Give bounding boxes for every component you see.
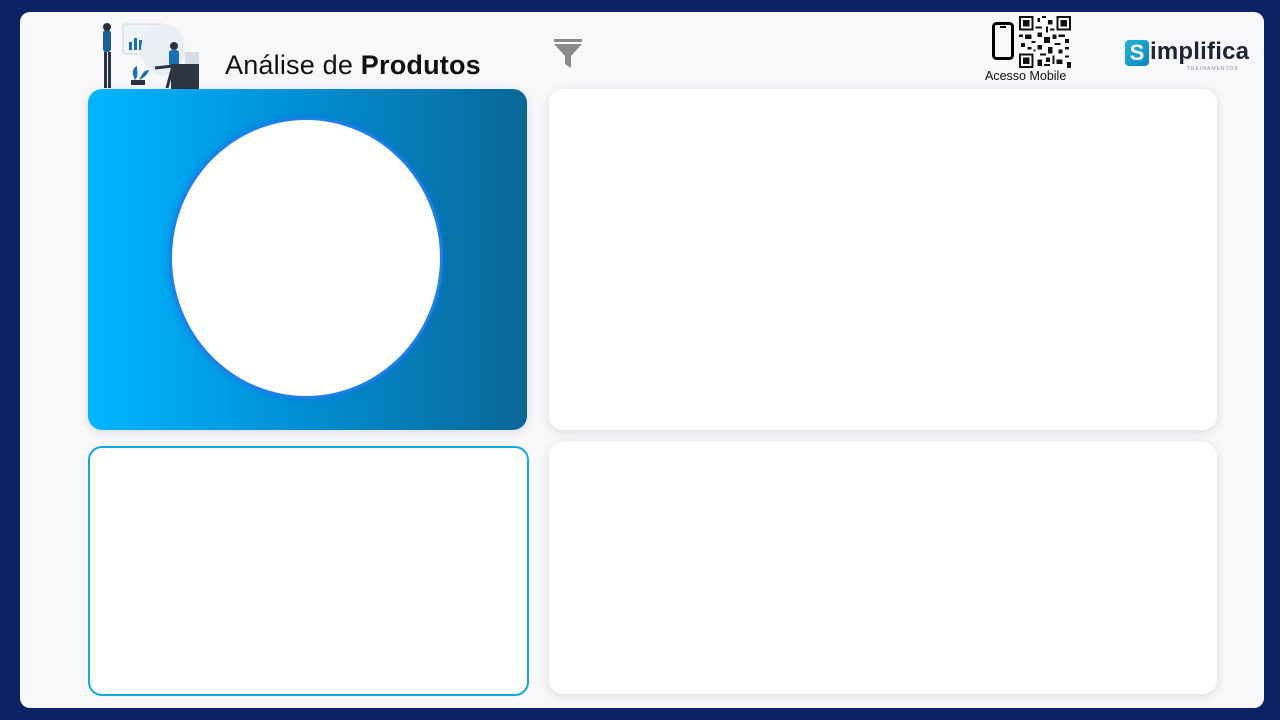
page-title-regular: Análise de [225,50,354,80]
page-title-bold: Produtos [360,50,481,80]
qr-code[interactable] [1019,16,1071,68]
simplifica-logo: S implifica TREINAMENTOS [1125,38,1250,76]
logo-word: implifica [1150,38,1250,65]
kpi-card-gradient [88,89,527,430]
mobile-access-caption: Acesso Mobile [985,69,1067,83]
chart-panel-bottom-left[interactable] [88,446,529,696]
logo-subtitle: TREINAMENTOS [1187,66,1239,72]
logo-letter: S [1125,40,1149,66]
analytics-people-illustration [103,23,199,90]
filter-icon[interactable] [553,38,583,70]
phone-icon [992,22,1014,60]
kpi-circle-visual[interactable] [172,120,440,396]
page-title: Análise de Produtos [225,50,481,81]
chart-panel-bottom-right[interactable] [549,442,1217,694]
chart-panel-top-right[interactable] [549,89,1217,430]
